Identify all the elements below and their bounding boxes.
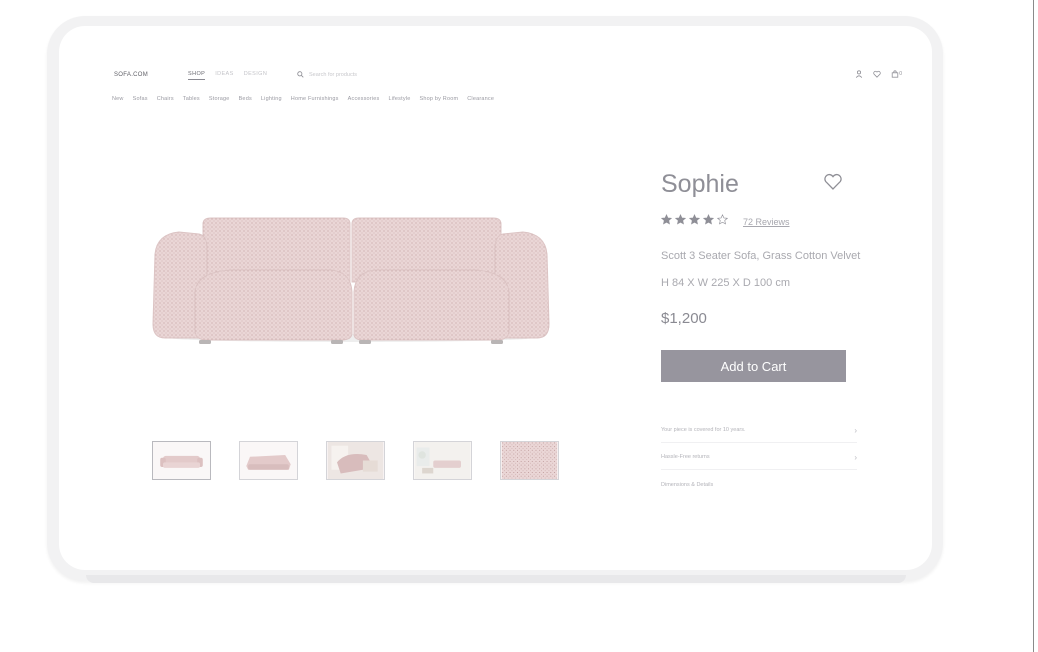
divider [661,442,857,443]
star-filled-icon [689,214,700,225]
category-tables[interactable]: Tables [183,96,200,102]
star-empty-icon [717,214,728,225]
tab-design[interactable]: DESIGN [244,71,268,80]
info-row-returns[interactable]: Hassle-Free returns › [661,445,857,469]
product-dimensions: H 84 X W 225 X D 100 cm [661,277,790,289]
thumbnail-front[interactable] [152,441,211,480]
reviews-link[interactable]: 72 Reviews [743,217,790,227]
search-placeholder: Search for products [309,71,357,78]
product-subtitle: Scott 3 Seater Sofa, Grass Cotton Velvet [661,250,861,262]
thumbnail-lifestyle-room[interactable] [326,441,385,480]
product-image [152,217,550,344]
category-home-furnishings[interactable]: Home Furnishings [291,96,339,102]
search-icon [297,71,304,78]
add-to-cart-button[interactable]: Add to Cart [661,350,846,382]
star-filled-icon [703,214,714,225]
search-bar[interactable]: Search for products [297,69,395,80]
tab-ideas[interactable]: IDEAS [215,71,234,80]
product-price: $1,200 [661,310,707,327]
wishlist-heart-icon[interactable] [823,173,843,191]
info-row-label: Your piece is covered for 10 years. [661,427,746,433]
category-accessories[interactable]: Accessories [348,96,380,102]
tablet-screen: SOFA.COM SHOP IDEAS DESIGN Search for pr… [59,26,932,570]
star-filled-icon [661,214,672,225]
cart-count: 0 [899,71,902,77]
right-edge-rule [1033,0,1034,652]
info-row-label: Hassle-Free returns [661,454,710,460]
tablet-frame-edge [86,575,906,583]
category-lifestyle[interactable]: Lifestyle [388,96,410,102]
wishlist-icon[interactable] [873,70,881,78]
category-chairs[interactable]: Chairs [157,96,174,102]
chevron-right-icon: › [854,452,857,462]
tab-shop[interactable]: SHOP [188,71,206,80]
category-shop-by-room[interactable]: Shop by Room [419,96,458,102]
chevron-right-icon: › [854,425,857,435]
product-title: Sophie [661,170,739,198]
rating-stars [661,214,728,225]
account-icon[interactable] [855,70,863,78]
category-sofas[interactable]: Sofas [133,96,148,102]
category-lighting[interactable]: Lighting [261,96,282,102]
site-logo[interactable]: SOFA.COM [114,72,148,78]
category-storage[interactable]: Storage [209,96,230,102]
info-row-label: Dimensions & Details [661,482,714,488]
category-nav: New Sofas Chairs Tables Storage Beds Lig… [112,96,494,102]
category-new[interactable]: New [112,96,124,102]
header-icons: 0 [855,70,902,78]
divider [661,469,857,470]
thumbnail-strip [152,441,559,480]
thumbnail-lifestyle-living[interactable] [413,441,472,480]
info-row-warranty[interactable]: Your piece is covered for 10 years. › [661,418,857,442]
mode-tabs: SHOP IDEAS DESIGN [188,71,267,80]
thumbnail-fabric-swatch[interactable] [500,441,559,480]
info-row-dimensions[interactable]: Dimensions & Details [661,473,857,497]
cart-icon[interactable]: 0 [891,70,902,78]
category-clearance[interactable]: Clearance [467,96,494,102]
star-filled-icon [675,214,686,225]
category-beds[interactable]: Beds [239,96,252,102]
thumbnail-back[interactable] [239,441,298,480]
